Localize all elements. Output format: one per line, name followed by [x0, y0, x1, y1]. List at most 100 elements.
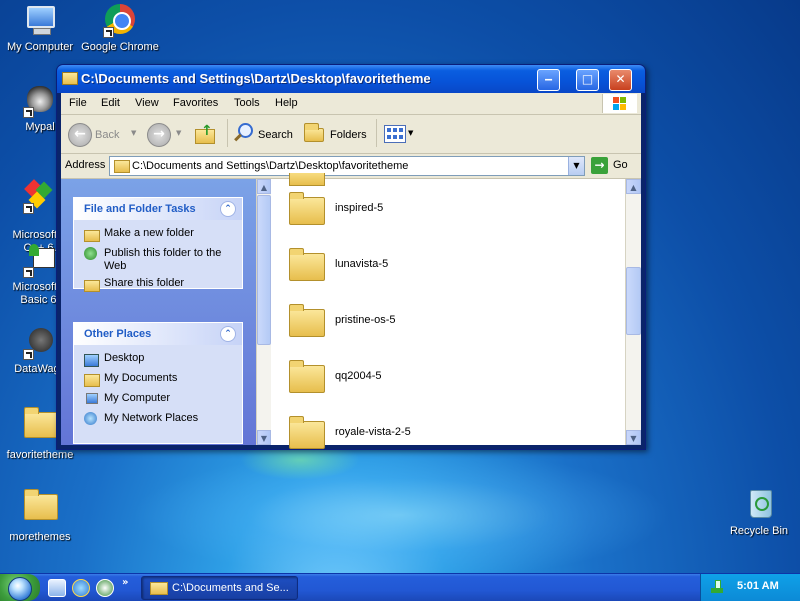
up-folder-icon[interactable]: ↑: [195, 123, 215, 144]
wallpaper-glow: [130, 450, 670, 580]
menu-tools[interactable]: Tools: [234, 97, 260, 109]
windows-logo-icon: [602, 94, 637, 113]
place-my-network-places[interactable]: My Network Places: [74, 412, 242, 432]
desktop-icon-label: favoritetheme: [6, 449, 74, 461]
taskbar-window-button[interactable]: C:\Documents and Se...: [141, 576, 298, 600]
folders-icon[interactable]: [304, 123, 324, 142]
place-label: Desktop: [104, 352, 145, 364]
mypal-icon: [23, 84, 57, 118]
scroll-up-icon[interactable]: ▲: [257, 179, 271, 194]
folder-icon: [289, 192, 325, 225]
file-folder-tasks-panel: File and Folder Tasks ⌃ Make a new folde…: [73, 197, 243, 292]
desktop-icon-google-chrome[interactable]: Google Chrome: [80, 4, 160, 54]
search-icon[interactable]: [233, 123, 253, 143]
task-share-folder[interactable]: Share this folder: [74, 277, 242, 297]
address-bar: Address C:\Documents and Settings\Dartz\…: [61, 154, 641, 179]
back-arrow-icon[interactable]: ←: [68, 123, 92, 147]
place-desktop[interactable]: Desktop: [74, 352, 242, 372]
file-list-scrollbar[interactable]: ▲ ▼: [625, 179, 641, 445]
recycle-bin-icon: [742, 488, 776, 522]
collapse-chevron-icon[interactable]: ⌃: [220, 201, 236, 217]
address-dropdown-icon[interactable]: ▼: [568, 157, 584, 175]
task-publish-folder[interactable]: Publish this folder to the Web: [74, 247, 234, 273]
task-make-new-folder[interactable]: Make a new folder: [74, 227, 242, 247]
safely-remove-hardware-icon[interactable]: [711, 580, 723, 594]
forward-arrow-icon[interactable]: →: [147, 123, 171, 147]
desktop-icon-label: My Computer: [6, 41, 74, 53]
collapse-chevron-icon[interactable]: ⌃: [220, 326, 236, 342]
network-places-icon: [84, 412, 99, 426]
scroll-thumb[interactable]: [257, 195, 271, 345]
media-player-icon[interactable]: [96, 579, 114, 597]
menu-help[interactable]: Help: [275, 97, 298, 109]
place-my-documents[interactable]: My Documents: [74, 372, 242, 392]
go-button-label[interactable]: Go: [613, 159, 628, 171]
file-list-view[interactable]: inspired-5 lunavista-5 pristine-os-5 qq2…: [271, 173, 641, 449]
views-icon[interactable]: [384, 125, 406, 143]
datawago-icon: [23, 326, 57, 360]
desktop-icon-my-computer[interactable]: My Computer: [0, 4, 80, 54]
task-label: Make a new folder: [104, 227, 194, 239]
folder-icon: [23, 407, 58, 446]
other-places-panel: Other Places ⌃ Desktop My Documents My C…: [73, 322, 243, 444]
desktop-icon-label: Google Chrome: [81, 41, 159, 53]
scroll-down-icon[interactable]: ▼: [626, 430, 641, 445]
my-documents-icon: [84, 372, 100, 387]
title-bar[interactable]: C:\Documents and Settings\Dartz\Desktop\…: [57, 65, 645, 93]
forward-dropdown-icon[interactable]: ▼: [176, 129, 181, 137]
publish-web-icon: [84, 247, 99, 261]
desktop-icon-recycle-bin[interactable]: Recycle Bin: [719, 488, 799, 538]
folder-item[interactable]: qq2004-5: [289, 357, 489, 397]
explorer-window[interactable]: C:\Documents and Settings\Dartz\Desktop\…: [56, 64, 646, 450]
folder-item[interactable]: inspired-5: [289, 189, 489, 229]
taskbar-window-label: C:\Documents and Se...: [172, 582, 289, 594]
task-label: Share this folder: [104, 277, 185, 289]
window-body: File Edit View Favorites Tools Help ← Ba…: [61, 93, 641, 449]
clock[interactable]: 5:01 AM: [737, 580, 779, 592]
search-button-label[interactable]: Search: [258, 129, 293, 141]
folder-icon: [289, 360, 325, 393]
task-pane-scrollbar[interactable]: ▲ ▼: [256, 179, 271, 445]
scroll-down-icon[interactable]: ▼: [257, 430, 271, 445]
menu-bar: File Edit View Favorites Tools Help: [61, 93, 641, 115]
close-button[interactable]: ✕: [609, 69, 632, 91]
folder-icon: [150, 582, 168, 595]
folder-item[interactable]: royale-vista-2-5: [289, 413, 489, 453]
folder-icon-partial: [289, 173, 325, 186]
internet-explorer-icon[interactable]: [72, 579, 90, 597]
folder-item[interactable]: lunavista-5: [289, 245, 489, 285]
menu-edit[interactable]: Edit: [101, 97, 120, 109]
views-dropdown-icon[interactable]: ▼: [408, 129, 413, 137]
panel-title: File and Folder Tasks: [84, 203, 196, 215]
menu-favorites[interactable]: Favorites: [173, 97, 218, 109]
folder-item[interactable]: pristine-os-5: [289, 301, 489, 341]
start-button[interactable]: [0, 574, 40, 601]
address-field[interactable]: C:\Documents and Settings\Dartz\Desktop\…: [109, 156, 585, 176]
scroll-thumb[interactable]: [626, 267, 641, 335]
minimize-button[interactable]: ‒: [537, 69, 560, 91]
desktop-icon-label: Recycle Bin: [729, 525, 789, 537]
menu-view[interactable]: View: [135, 97, 159, 109]
quick-launch-chevron-icon[interactable]: »: [122, 577, 128, 588]
show-desktop-icon[interactable]: [48, 579, 66, 597]
scroll-up-icon[interactable]: ▲: [626, 179, 641, 194]
panel-header[interactable]: Other Places ⌃: [74, 323, 242, 345]
place-my-computer[interactable]: My Computer: [74, 392, 242, 412]
menu-file[interactable]: File: [69, 97, 87, 109]
share-folder-icon: [84, 277, 100, 292]
folder-name: pristine-os-5: [335, 314, 396, 326]
panel-header[interactable]: File and Folder Tasks ⌃: [74, 198, 242, 220]
folder-icon: [114, 160, 130, 173]
place-label: My Documents: [104, 372, 178, 384]
back-dropdown-icon[interactable]: ▼: [131, 129, 136, 137]
system-tray: 5:01 AM: [700, 574, 800, 601]
back-button-label[interactable]: Back: [95, 129, 119, 141]
go-arrow-icon[interactable]: →: [591, 157, 608, 174]
computer-icon: [23, 4, 57, 38]
folders-button-label[interactable]: Folders: [330, 129, 367, 141]
maximize-button[interactable]: □: [576, 69, 599, 91]
panel-title: Other Places: [84, 328, 152, 340]
folder-icon: [62, 72, 78, 85]
desktop-icon-morethemes[interactable]: morethemes: [0, 488, 80, 544]
folder-name: inspired-5: [335, 202, 384, 214]
